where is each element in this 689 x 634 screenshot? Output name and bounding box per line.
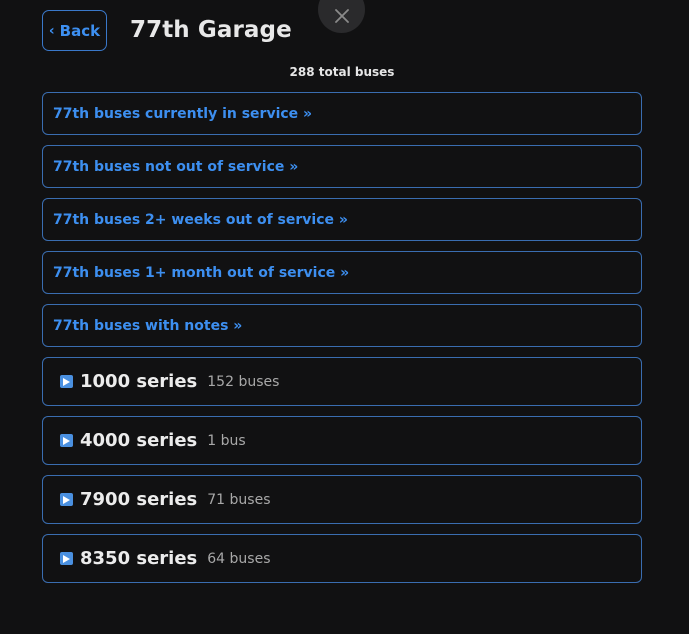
link-2-weeks-out[interactable]: 77th buses 2+ weeks out of service » — [42, 198, 642, 241]
series-name: 1000 series — [80, 371, 198, 392]
series-row-7900[interactable]: 7900 series 71 buses — [42, 475, 642, 524]
series-name: 7900 series — [80, 489, 198, 510]
expand-play-icon — [60, 552, 73, 565]
series-count: 71 buses — [207, 491, 271, 508]
series-row-8350[interactable]: 8350 series 64 buses — [42, 534, 642, 583]
series-count: 64 buses — [207, 550, 271, 567]
total-buses: 288 total buses — [289, 65, 395, 79]
series-row-1000[interactable]: 1000 series 152 buses — [42, 357, 642, 406]
link-not-out-of-service[interactable]: 77th buses not out of service » — [42, 145, 642, 188]
garage-list: 77th buses currently in service » 77th b… — [42, 92, 642, 593]
series-row-4000[interactable]: 4000 series 1 bus — [42, 416, 642, 465]
expand-play-icon — [60, 434, 73, 447]
link-1-month-out[interactable]: 77th buses 1+ month out of service » — [42, 251, 642, 294]
garage-page: ‹ Back 77th Garage 288 total buses 77th … — [0, 0, 689, 634]
series-count: 152 buses — [207, 373, 280, 390]
series-name: 8350 series — [80, 548, 198, 569]
series-name: 4000 series — [80, 430, 198, 451]
chevron-left-icon: ‹ — [48, 22, 55, 39]
expand-play-icon — [60, 493, 73, 506]
back-button-label: Back — [59, 21, 101, 40]
close-button[interactable] — [318, 0, 365, 33]
link-in-service[interactable]: 77th buses currently in service » — [42, 92, 642, 135]
back-button[interactable]: ‹ Back — [42, 10, 107, 51]
page-title: 77th Garage — [130, 17, 292, 43]
series-count: 1 bus — [207, 432, 246, 449]
close-icon — [334, 8, 349, 23]
link-with-notes[interactable]: 77th buses with notes » — [42, 304, 642, 347]
expand-play-icon — [60, 375, 73, 388]
